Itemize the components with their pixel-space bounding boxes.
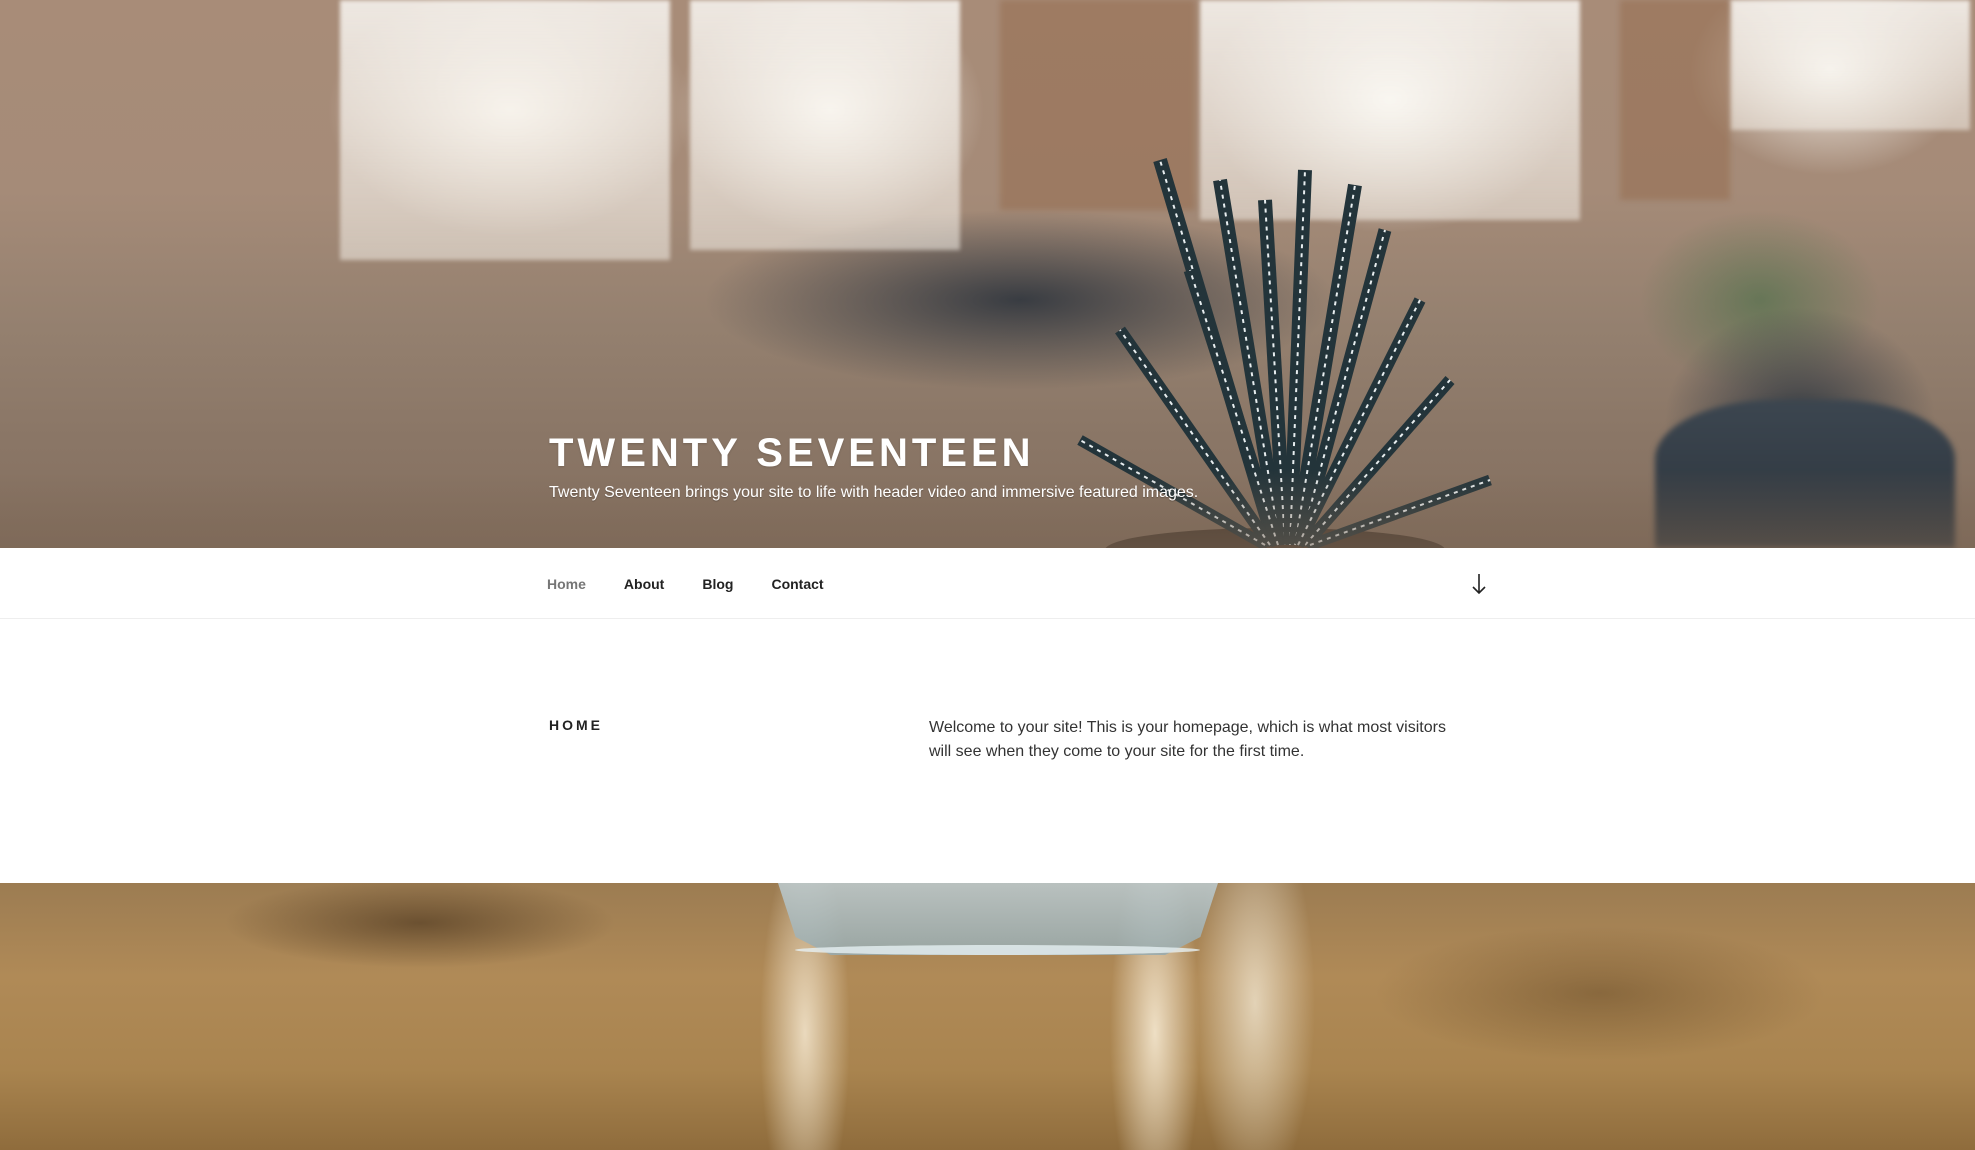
panel-image xyxy=(0,883,1975,1150)
background-window xyxy=(690,0,960,250)
site-content: HOME Welcome to your site! This is your … xyxy=(0,619,1975,883)
nav-menu: Home About Blog Contact xyxy=(528,548,843,619)
nav-item-home[interactable]: Home xyxy=(528,576,605,592)
scroll-down-button[interactable] xyxy=(1467,570,1491,598)
glass-rim xyxy=(795,945,1200,955)
background-beam xyxy=(1620,0,1730,200)
site-title[interactable]: TWENTY SEVENTEEN xyxy=(549,425,1198,481)
site-description: Twenty Seventeen brings your site to lif… xyxy=(549,484,1199,501)
nav-item-contact[interactable]: Contact xyxy=(752,576,842,592)
background-window xyxy=(340,0,670,260)
site-branding: TWENTY SEVENTEEN Twenty Seventeen brings… xyxy=(549,425,1198,505)
main-navigation: Home About Blog Contact xyxy=(0,548,1975,619)
background-window xyxy=(1730,0,1970,130)
nav-item-about[interactable]: About xyxy=(605,576,683,592)
custom-header: TWENTY SEVENTEEN Twenty Seventeen brings… xyxy=(0,0,1975,548)
page-content: Welcome to your site! This is your homep… xyxy=(929,719,1446,760)
nav-item-blog[interactable]: Blog xyxy=(683,576,752,592)
page-title: HOME xyxy=(549,717,603,733)
arrow-down-icon xyxy=(1472,574,1486,595)
